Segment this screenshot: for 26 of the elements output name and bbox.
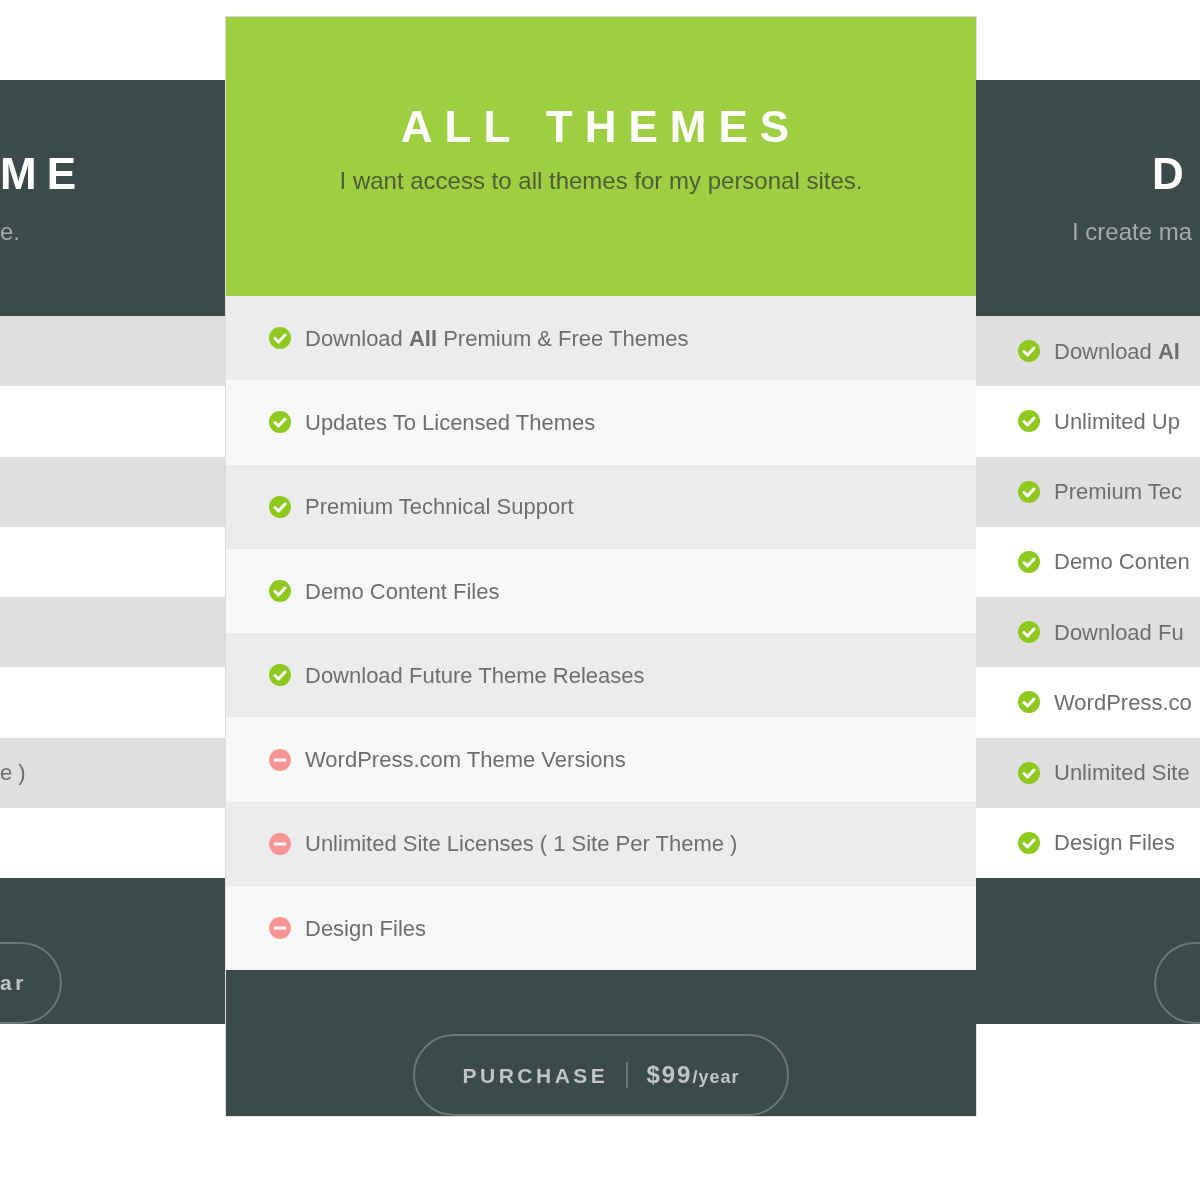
plan-title: ALL THEMES — [399, 105, 803, 149]
purchase-button[interactable] — [1154, 942, 1200, 1024]
feature-text: Download All Premium & Free Themes — [305, 324, 689, 353]
feature-text: Download Future Theme Releases — [305, 661, 645, 690]
feature-text: Unlimited Site Licenses ( 1 Site Per Theme ) — [305, 830, 738, 859]
plan-title: ME — [0, 152, 87, 196]
plan-title: D — [1151, 152, 1185, 196]
feature-text: Demo Conten — [1054, 548, 1190, 577]
feature-text: Demo Content Files — [305, 577, 500, 606]
purchase-button[interactable]: ar — [0, 942, 62, 1024]
purchase-button[interactable]: PURCHASE $99/year — [413, 1034, 789, 1117]
plan-description: e. — [0, 218, 20, 247]
feature-text: Download Fu — [1054, 618, 1184, 647]
feature-text: e ) — [0, 759, 26, 788]
feature-text: Download Al — [1054, 337, 1180, 366]
feature-text: WordPress.com Theme Versions — [305, 746, 626, 775]
feature-text: Premium Tec — [1054, 478, 1182, 507]
feature-text: Updates To Licensed Themes — [305, 408, 596, 437]
feature-text: Design Files — [305, 914, 427, 943]
feature-text: Unlimited Up — [1054, 407, 1180, 436]
feature-text: Unlimited Site — [1054, 759, 1190, 788]
plan-description: I want access to all themes for my personal sites. — [339, 167, 863, 196]
plan-description: I create ma — [1072, 218, 1193, 247]
feature-text: Premium Technical Support — [305, 493, 574, 522]
feature-text: WordPress.co — [1054, 688, 1192, 717]
feature-text: Design Files — [1054, 829, 1176, 858]
